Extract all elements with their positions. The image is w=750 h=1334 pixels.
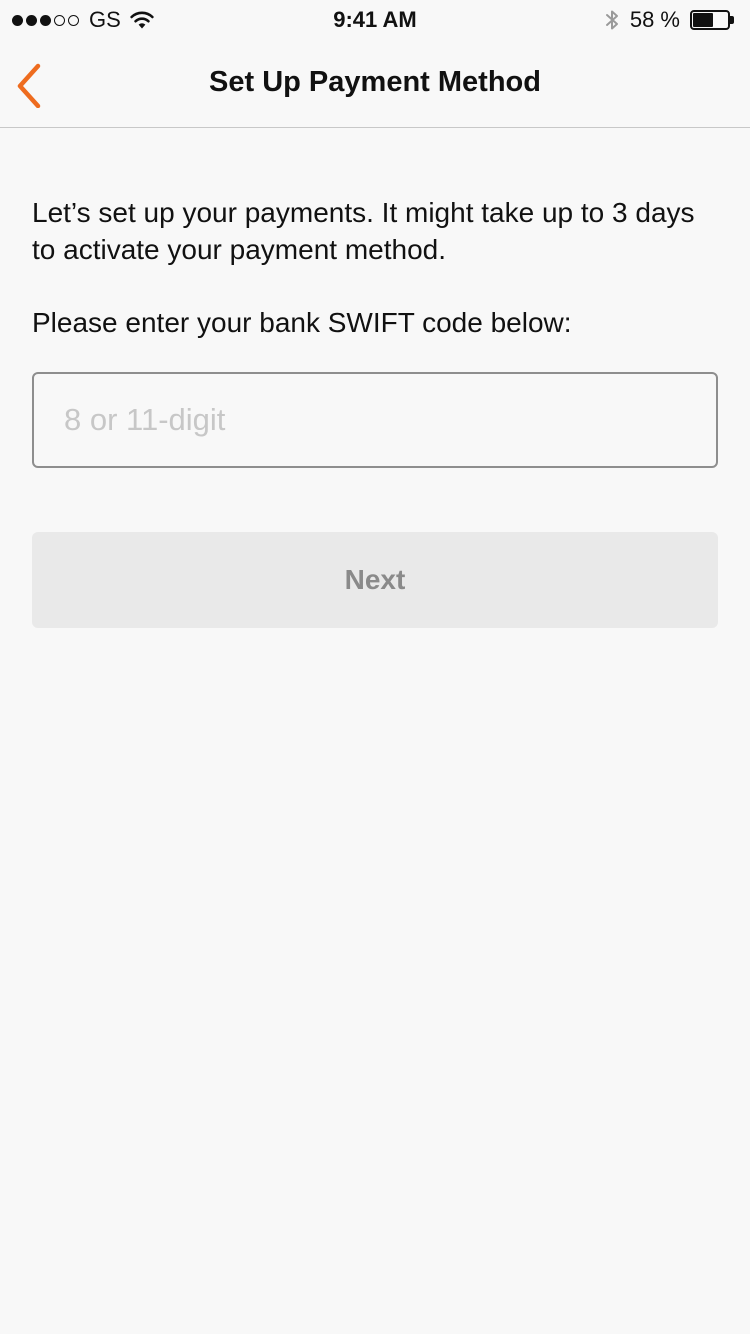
next-button[interactable]: Next (32, 532, 718, 628)
swift-code-input[interactable] (32, 372, 718, 468)
battery-icon (690, 10, 736, 30)
status-bar-right: 58 % (604, 6, 736, 34)
page-title: Set Up Payment Method (209, 66, 541, 98)
main-content: Let’s set up your payments. It might tak… (32, 194, 718, 628)
swift-prompt-label: Please enter your bank SWIFT code below: (32, 307, 572, 338)
navigation-bar: Set Up Payment Method (0, 40, 750, 128)
status-bar: GS 9:41 AM 58 % (0, 0, 750, 40)
battery-fill (693, 13, 713, 27)
battery-percentage: 58 % (629, 7, 680, 32)
bluetooth-icon (605, 10, 618, 30)
intro-text: Let’s set up your payments. It might tak… (32, 197, 695, 265)
